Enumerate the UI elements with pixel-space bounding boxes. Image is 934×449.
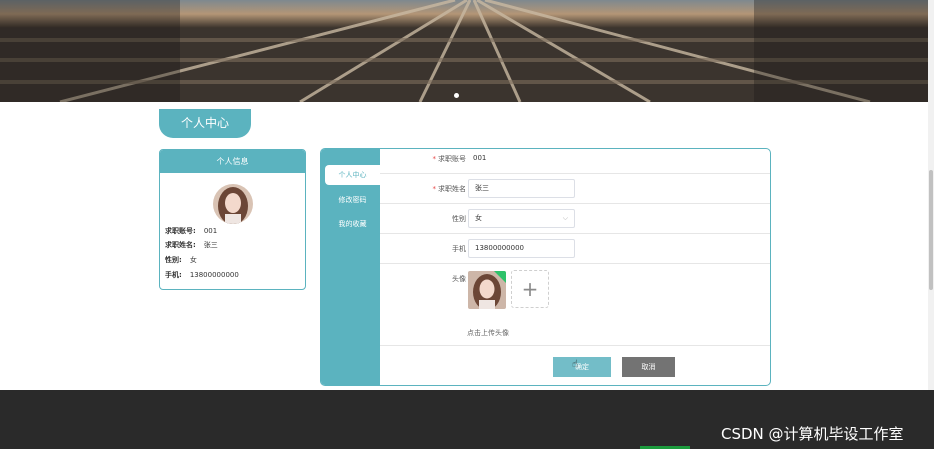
form-row-gender: 性别 女 ⌵ bbox=[380, 204, 770, 234]
railway-image bbox=[0, 0, 934, 102]
info-gender: 性别: 女 bbox=[165, 256, 197, 264]
gender-label: 性别 bbox=[452, 215, 466, 223]
phone-input[interactable]: 13800000000 bbox=[468, 239, 575, 258]
sidebar-item-password[interactable]: 修改密码 bbox=[325, 190, 380, 210]
scrollbar-thumb[interactable] bbox=[929, 170, 933, 290]
form-row-account: * 求职账号 001 bbox=[380, 149, 770, 174]
plus-icon[interactable]: + bbox=[511, 270, 549, 308]
hero-banner bbox=[0, 0, 934, 102]
watermark: CSDN @计算机毕设工作室 bbox=[721, 425, 904, 443]
profile-edit-panel: 个人中心 修改密码 我的收藏 * 求职账号 001 * 求职姓名 张三 性别 女 ⌵… bbox=[320, 148, 771, 386]
form-row-name: * 求职姓名 张三 bbox=[380, 174, 770, 204]
info-account: 求职账号: 001 bbox=[165, 227, 218, 235]
account-value: 001 bbox=[473, 154, 487, 162]
carousel-dot[interactable] bbox=[454, 93, 459, 98]
sidebar: 个人中心 修改密码 我的收藏 bbox=[321, 149, 380, 385]
cancel-button[interactable]: 取消 bbox=[622, 357, 675, 377]
hand-cursor-icon: ☝ bbox=[572, 359, 579, 370]
chevron-down-icon: ⌵ bbox=[562, 214, 568, 222]
form-row-avatar: 头像 + 点击上传头像 bbox=[380, 264, 770, 346]
avatar bbox=[213, 184, 253, 224]
name-label: * 求职姓名 bbox=[432, 185, 467, 193]
upload-hint: 点击上传头像 bbox=[467, 329, 509, 337]
name-input[interactable]: 张三 bbox=[468, 179, 575, 198]
info-phone: 手机: 13800000000 bbox=[165, 271, 239, 279]
sidebar-item-profile[interactable]: 个人中心 bbox=[325, 165, 380, 185]
avatar-preview[interactable] bbox=[468, 271, 506, 309]
account-label: * 求职账号 bbox=[432, 155, 467, 163]
gender-select[interactable]: 女 ⌵ bbox=[468, 209, 575, 228]
phone-label: 手机 bbox=[452, 245, 466, 253]
profile-card-header: 个人信息 bbox=[160, 150, 305, 173]
sidebar-item-favorites[interactable]: 我的收藏 bbox=[325, 214, 380, 234]
profile-card: 个人信息 求职账号: 001 求职姓名: 张三 性别: 女 手机: 1380000000… bbox=[159, 149, 306, 290]
check-icon bbox=[494, 271, 506, 283]
avatar-label: 头像 bbox=[452, 275, 466, 283]
form-row-phone: 手机 13800000000 bbox=[380, 234, 770, 264]
submit-button[interactable]: 确定 bbox=[553, 357, 611, 377]
info-name: 求职姓名: 张三 bbox=[165, 241, 218, 249]
page-title: 个人中心 bbox=[159, 109, 251, 138]
